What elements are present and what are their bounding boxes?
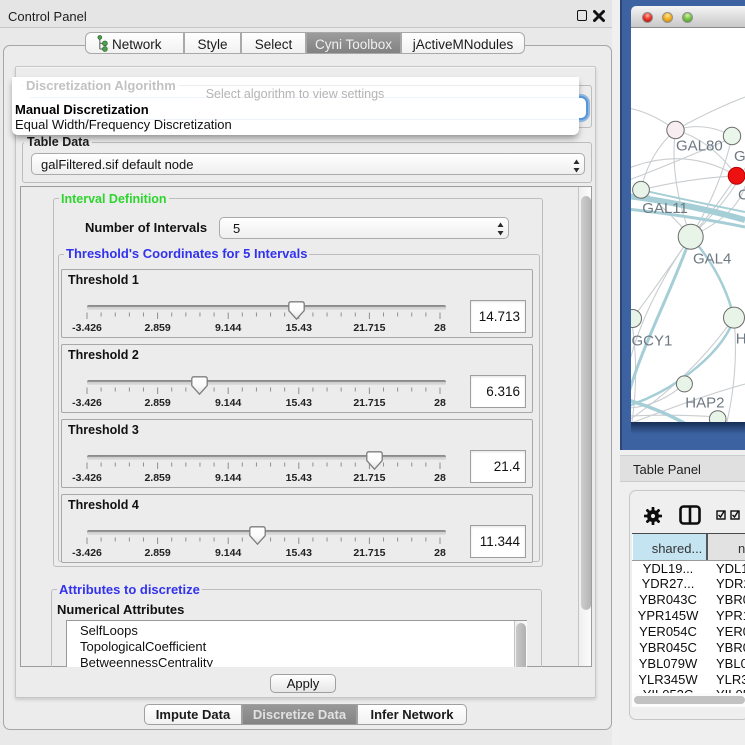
svg-text:HAP2: HAP2: [685, 395, 724, 412]
svg-text:GCY1: GCY1: [632, 333, 673, 350]
svg-text:GAL4: GAL4: [693, 250, 731, 267]
svg-text:GAL11: GAL11: [642, 200, 688, 217]
svg-text:H: H: [736, 331, 745, 348]
svg-text:GAL80: GAL80: [676, 138, 723, 155]
svg-text:GA: GA: [734, 148, 745, 165]
svg-text:C: C: [738, 187, 745, 204]
